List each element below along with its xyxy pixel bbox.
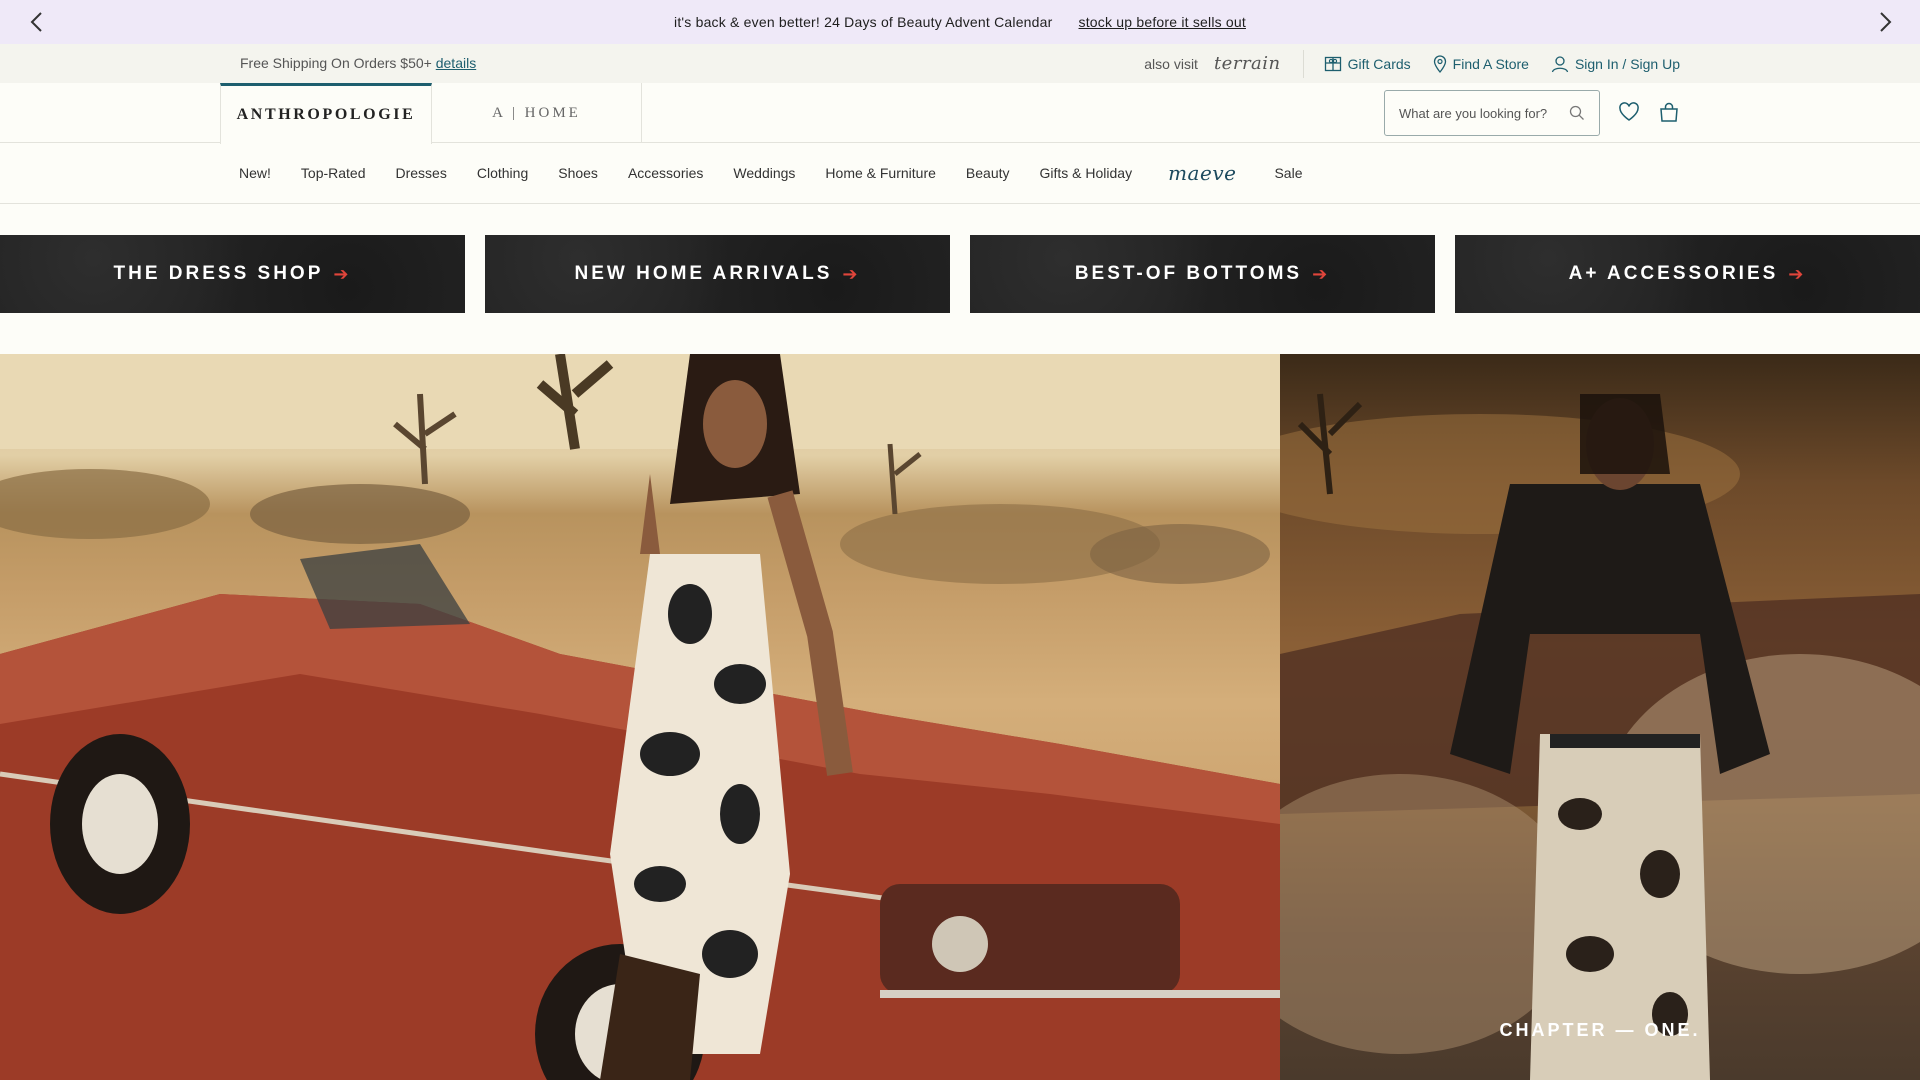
hero-photo-convertible [0,354,1280,1080]
banner-best-of-bottoms[interactable]: BEST-OF BOTTOMS ➔ [970,235,1435,313]
chevron-right-icon [1880,12,1892,32]
nav-item-sale[interactable]: Sale [1274,165,1302,181]
banner-label: A+ ACCESSORIES [1568,263,1779,284]
hero-photo-dust [1280,393,1920,1080]
shipping-details-link[interactable]: details [436,55,476,71]
arrow-right-icon: ➔ [333,263,352,284]
also-visit-label: also visit [1144,55,1198,72]
banner-label: THE DRESS SHOP [113,263,324,284]
gift-cards-label: Gift Cards [1347,55,1411,72]
hero-chapter-title: CHAPTER — ONE. [1499,1020,1701,1040]
banner-dress-shop[interactable]: THE DRESS SHOP ➔ [0,235,465,313]
nav-item-weddings[interactable]: Weddings [733,165,795,181]
promo-message: it's back & even better! 24 Days of Beau… [674,14,1053,30]
nav-item-dresses[interactable]: Dresses [396,165,447,181]
nav-item-top-rated[interactable]: Top-Rated [301,165,366,181]
gift-cards-link[interactable]: Gift Cards [1324,55,1411,73]
chevron-left-icon [30,12,42,32]
nav-item-home-furniture[interactable]: Home & Furniture [825,165,935,181]
category-banners: THE DRESS SHOP ➔ NEW HOME ARRIVALS ➔ BES… [0,235,1920,313]
heart-icon [1619,102,1639,121]
gift-card-icon [1324,56,1341,71]
hero-image-left[interactable] [0,354,1280,1080]
promo-next-button[interactable] [1872,9,1898,35]
map-pin-icon [1433,54,1446,73]
promo-prev-button[interactable] [24,9,50,35]
nav-item-shoes[interactable]: Shoes [558,165,598,181]
cart-button[interactable] [1656,99,1682,125]
user-icon [1551,55,1569,72]
shipping-text: Free Shipping On Orders $50+ [240,55,432,71]
nav-item-gifts-holiday[interactable]: Gifts & Holiday [1040,165,1133,181]
wishlist-button[interactable] [1616,99,1642,125]
nav-item-accessories[interactable]: Accessories [628,165,703,181]
find-store-link[interactable]: Find A Store [1433,54,1529,73]
promo-bar: it's back & even better! 24 Days of Beau… [0,0,1920,44]
nav-item-clothing[interactable]: Clothing [477,165,528,181]
hero-image-right[interactable]: CHAPTER — ONE. [1280,354,1920,1080]
arrow-right-icon: ➔ [1788,263,1807,284]
tab-anthropologie[interactable]: ANTHROPOLOGIE [220,83,432,144]
search-input[interactable]: What are you looking for? [1384,90,1600,136]
banner-accessories[interactable]: A+ ACCESSORIES ➔ [1455,235,1920,313]
shopping-bag-icon [1660,102,1678,122]
utility-divider [1302,49,1304,78]
nav-item-new[interactable]: New! [239,165,271,181]
brand-header: ANTHROPOLOGIE A | HOME What are you look… [0,83,1920,144]
find-store-label: Find A Store [1452,55,1529,72]
nav-item-beauty[interactable]: Beauty [966,165,1010,181]
utility-bar: Free Shipping On Orders $50+ details als… [0,44,1920,83]
shipping-notice: Free Shipping On Orders $50+ details [240,55,476,71]
terrain-logo-link[interactable]: terrain [1214,53,1281,74]
banner-label: BEST-OF BOTTOMS [1074,263,1303,284]
banner-label: NEW HOME ARRIVALS [574,263,833,284]
search-icon[interactable] [1569,105,1585,121]
utility-links: also visit terrain Gift Cards Find A Sto… [1144,44,1680,83]
sign-in-label: Sign In / Sign Up [1574,55,1680,72]
arrow-right-icon: ➔ [1312,263,1331,284]
arrow-right-icon: ➔ [842,263,861,284]
banner-new-home-arrivals[interactable]: NEW HOME ARRIVALS ➔ [485,235,950,313]
promo-cta-link[interactable]: stock up before it sells out [1079,14,1246,30]
nav-item-maeve-logo[interactable]: maeve [1168,161,1236,185]
sign-in-link[interactable]: Sign In / Sign Up [1551,55,1680,73]
search-placeholder: What are you looking for? [1399,105,1548,121]
tab-home[interactable]: A | HOME [432,83,642,143]
main-nav: New! Top-Rated Dresses Clothing Shoes Ac… [0,143,1920,204]
